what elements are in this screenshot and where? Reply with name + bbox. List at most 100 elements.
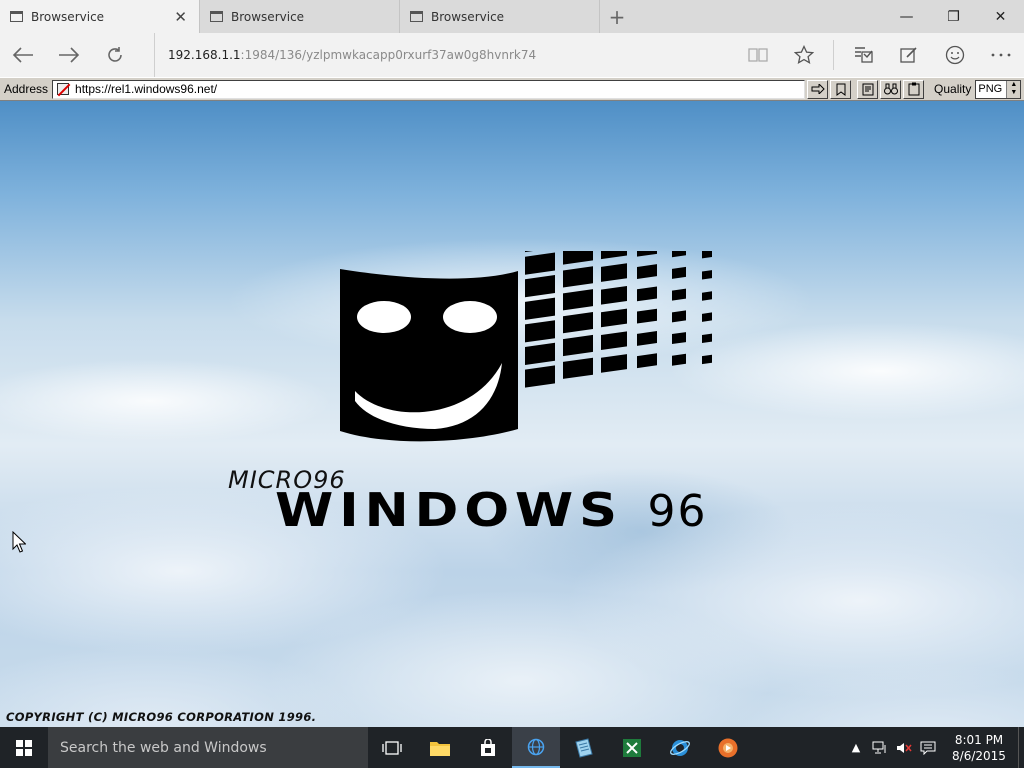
logo-grid-block	[563, 289, 593, 311]
url-bar[interactable]: 192.168.1.1:1984/136/yzlpmwkacapp0rxurf3…	[154, 33, 754, 77]
logo-grid-block	[563, 266, 593, 288]
clipboard-button[interactable]	[903, 79, 925, 99]
logo-grid-block	[601, 331, 627, 351]
notepad-button[interactable]	[560, 727, 608, 768]
quality-spinner-icon[interactable]: ▲ ▼	[1006, 80, 1021, 98]
back-button[interactable]	[0, 33, 46, 77]
refresh-icon	[108, 47, 122, 62]
show-desktop-button[interactable]	[1018, 727, 1024, 768]
reading-view-button[interactable]	[735, 33, 781, 77]
nav-bar: 192.168.1.1:1984/136/yzlpmwkacapp0rxurf3…	[0, 33, 1024, 77]
folder-icon	[430, 741, 450, 756]
quality-label: Quality	[934, 82, 972, 96]
window-controls: — ❐ ✕	[883, 0, 1024, 33]
logo-grid-block	[637, 308, 657, 324]
tab-browservice-2[interactable]: Browservice	[200, 0, 400, 33]
back-arrow-icon	[12, 47, 33, 63]
more-button[interactable]	[978, 33, 1024, 77]
new-tab-button[interactable]: +	[600, 0, 634, 33]
favorite-button[interactable]	[781, 33, 827, 77]
logo-grid-block	[525, 251, 555, 253]
minimize-button[interactable]: —	[883, 0, 930, 33]
nav-actions	[735, 33, 1024, 77]
restore-button[interactable]: ❐	[930, 0, 977, 33]
hub-icon	[855, 47, 873, 63]
file-explorer-button[interactable]	[416, 727, 464, 768]
logo-grid-block	[702, 333, 712, 343]
divider	[833, 40, 834, 70]
screen: Browservice ✕ Browservice Browservice + …	[0, 0, 1024, 768]
action-center-icon[interactable]	[916, 727, 940, 768]
web-note-button[interactable]	[886, 33, 932, 77]
clipboard-icon	[908, 82, 920, 96]
taskbar: Search the web and Windows ▲ 8:01 PM 8/6…	[0, 727, 1024, 768]
logo-grid-block	[702, 354, 712, 365]
system-tray: ▲ 8:01 PM 8/6/2015	[844, 727, 1024, 768]
taskbar-search[interactable]: Search the web and Windows	[48, 727, 368, 768]
quality-value: PNG	[978, 83, 1003, 95]
logo-grid-block	[637, 353, 657, 369]
network-icon[interactable]	[868, 727, 892, 768]
logo-grid-block	[601, 263, 627, 282]
logo-grid-block	[601, 308, 627, 328]
find-button[interactable]	[857, 79, 879, 99]
feedback-button[interactable]	[932, 33, 978, 77]
go-button[interactable]	[807, 79, 829, 99]
taskbar-clock[interactable]: 8:01 PM 8/6/2015	[940, 732, 1018, 764]
tab-browservice-3[interactable]: Browservice	[400, 0, 600, 33]
store-bag-icon	[481, 738, 495, 756]
tab-browservice-1[interactable]: Browservice ✕	[0, 0, 200, 33]
show-hidden-icons-button[interactable]: ▲	[844, 727, 868, 768]
quality-select[interactable]: PNG ▲ ▼	[975, 79, 1022, 99]
address-input[interactable]: https://rel1.windows96.net/	[52, 79, 806, 99]
insecure-icon	[57, 83, 70, 95]
tab-strip: Browservice ✕ Browservice Browservice + …	[0, 0, 1024, 33]
page-icon	[410, 11, 423, 22]
clock-date: 8/6/2015	[952, 748, 1006, 763]
smiley-icon	[945, 45, 965, 65]
brand-number-text: 96	[647, 486, 708, 537]
binoculars-button[interactable]	[880, 79, 902, 99]
address-label: Address	[4, 82, 49, 96]
pen-icon	[900, 47, 917, 63]
close-window-button[interactable]: ✕	[977, 0, 1024, 33]
logo-grid-block	[702, 270, 712, 280]
forward-button[interactable]	[46, 33, 92, 77]
address-value: https://rel1.windows96.net/	[75, 82, 218, 96]
tab-label: Browservice	[431, 9, 505, 24]
logo-grid-block	[525, 275, 555, 298]
store-button[interactable]	[464, 727, 512, 768]
edge-browser-button[interactable]	[512, 727, 560, 768]
tab-label: Browservice	[31, 9, 105, 24]
logo-grid-block	[672, 332, 686, 345]
logo-grid-block	[563, 334, 593, 357]
forward-arrow-icon	[59, 47, 80, 63]
logo-grid-block	[672, 288, 686, 301]
hub-button[interactable]	[840, 33, 886, 77]
refresh-button[interactable]	[92, 33, 138, 77]
logo-grid-block	[601, 251, 627, 260]
url-path: :1984/136/yzlpmwkacapp0rxurf37aw0g8hvnrk…	[240, 48, 537, 62]
spreadsheet-icon	[623, 738, 641, 757]
logo-grid-block	[637, 251, 657, 257]
start-button[interactable]	[0, 727, 48, 768]
close-tab-icon[interactable]: ✕	[174, 8, 187, 26]
media-player-button[interactable]	[704, 727, 752, 768]
excel-button[interactable]	[608, 727, 656, 768]
logo-grid-block	[601, 354, 627, 373]
url-host: 192.168.1.1	[168, 48, 241, 62]
notepad-icon	[575, 737, 593, 758]
page-viewport[interactable]: MICRO96 WINDOWS 96 COPYRIGHT (C) MICRO96…	[0, 101, 1024, 727]
logo-grid-block	[702, 251, 712, 259]
ie-button[interactable]	[656, 727, 704, 768]
binoculars-icon	[883, 83, 898, 95]
bookmark-icon	[836, 83, 846, 96]
browservice-toolbar: Address https://rel1.windows96.net/ Qual…	[0, 77, 1024, 101]
bookmark-button[interactable]	[830, 79, 852, 99]
find-page-icon	[862, 83, 874, 95]
task-view-button[interactable]	[368, 727, 416, 768]
windows-logo-icon	[16, 739, 32, 756]
volume-muted-icon[interactable]	[892, 727, 916, 768]
task-view-icon	[382, 740, 402, 755]
more-icon	[991, 53, 1011, 57]
